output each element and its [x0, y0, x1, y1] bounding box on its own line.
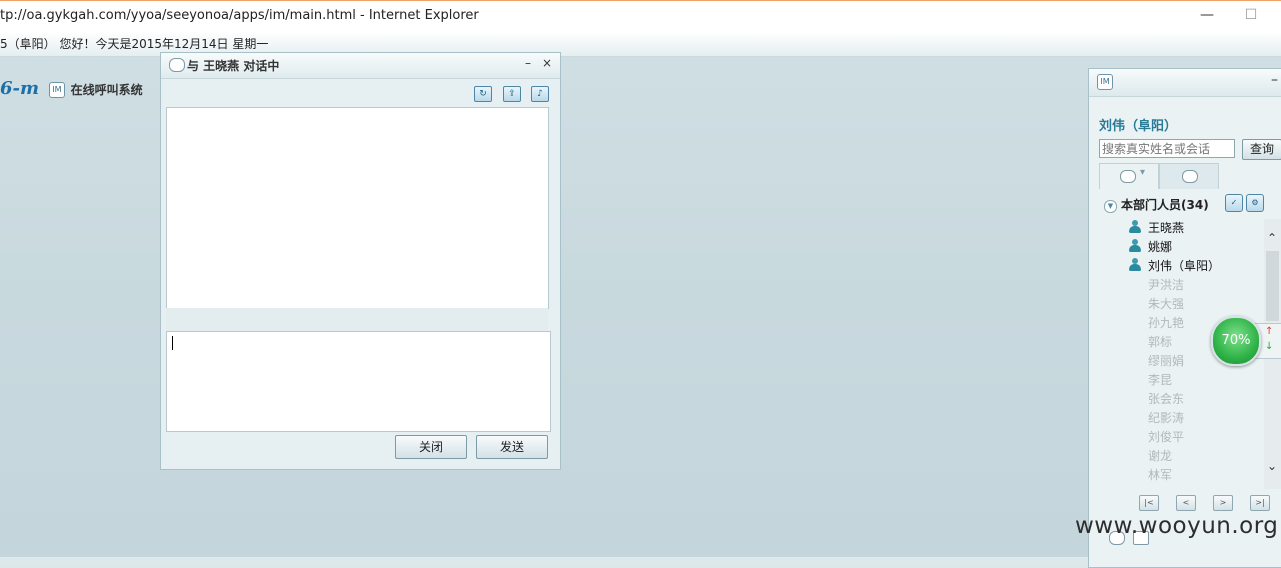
- chat-bubble-icon: [169, 58, 185, 72]
- chat-dialog-header[interactable]: 与 王晓燕 对话中 – ×: [161, 53, 560, 79]
- chat-history-area: [166, 107, 549, 309]
- next-page-button[interactable]: >: [1213, 495, 1233, 511]
- list-item[interactable]: 姚娜: [1129, 236, 1264, 255]
- member-name: 孙九艳: [1148, 316, 1185, 330]
- department-title: 本部门人员: [1121, 198, 1182, 212]
- chat-message-input[interactable]: [166, 331, 551, 432]
- collapse-group-icon[interactable]: ▼: [1104, 200, 1117, 213]
- member-name: 纪影涛: [1148, 411, 1185, 425]
- member-name: 尹洪洁: [1148, 278, 1185, 292]
- im-logo-icon: IM: [48, 82, 65, 98]
- minimize-window-button[interactable]: —: [1197, 7, 1217, 25]
- chat-dialog-title: 与 王晓燕 对话中: [187, 59, 280, 73]
- list-item[interactable]: 张会东: [1129, 388, 1264, 407]
- member-name: 王晓燕: [1148, 221, 1185, 235]
- im-panel: IM – 刘伟（阜阳） 搜索真实姓名或会话 查询 ▾ ▼ 本部门人员(34) ✓ …: [1088, 68, 1281, 568]
- window-title-bar: tp://oa.gykgah.com/yyoa/seeyonoa/apps/im…: [0, 0, 1281, 32]
- im-tabs: ▾: [1099, 163, 1277, 189]
- org-settings-icon[interactable]: ⚙: [1246, 194, 1264, 212]
- user-online-icon: [1129, 258, 1141, 271]
- list-item[interactable]: 李昆: [1129, 369, 1264, 388]
- speed-widget-gauge[interactable]: 70%: [1211, 316, 1261, 366]
- text-caret: [172, 336, 173, 350]
- list-item[interactable]: 刘伟（阜阳）: [1129, 255, 1264, 274]
- minimize-chat-button[interactable]: –: [521, 56, 535, 72]
- department-group-header[interactable]: ▼ 本部门人员(34): [1104, 196, 1209, 213]
- list-item[interactable]: 尹洪洁: [1129, 274, 1264, 293]
- welcome-text: 5（阜阳） 您好！今天是2015年12月14日 星期一: [0, 37, 269, 51]
- im-panel-header[interactable]: IM –: [1089, 69, 1281, 97]
- member-name: 林军: [1148, 468, 1173, 482]
- list-item[interactable]: 纪影涛: [1129, 407, 1264, 426]
- member-name: 张会东: [1148, 392, 1185, 406]
- collapse-panel-button[interactable]: –: [1271, 72, 1278, 88]
- search-input[interactable]: 搜索真实姓名或会话: [1099, 139, 1235, 158]
- conversation-icon: [1182, 170, 1198, 183]
- watermark: www.wooyun.org: [1075, 513, 1279, 539]
- download-arrow-icon: ↓: [1265, 341, 1274, 352]
- app-logo: A6-m IM 在线呼叫系统: [0, 78, 143, 102]
- scroll-down-icon[interactable]: ⌄: [1267, 459, 1277, 473]
- member-name: 姚娜: [1148, 240, 1173, 254]
- logo-slogan: 在线呼叫系统: [70, 83, 143, 97]
- query-button[interactable]: 查询: [1242, 139, 1281, 160]
- tab-contacts[interactable]: ▾: [1099, 163, 1159, 189]
- chat-bubble-icon: [1120, 170, 1136, 183]
- user-online-icon: [1129, 220, 1141, 233]
- send-button[interactable]: 发送: [476, 435, 548, 459]
- first-page-button[interactable]: |<: [1139, 495, 1159, 511]
- online-users-icon[interactable]: ✓: [1225, 194, 1243, 212]
- sound-icon[interactable]: ♪: [531, 86, 549, 102]
- chat-toolbar: ↻ ⇪ ♪: [161, 79, 560, 107]
- close-chat-button[interactable]: ×: [540, 56, 554, 72]
- list-item[interactable]: 刘兴国: [1129, 483, 1264, 487]
- list-item[interactable]: 王晓燕: [1129, 217, 1264, 236]
- department-count: (34): [1181, 198, 1209, 212]
- member-name: 缪丽娟: [1148, 354, 1185, 368]
- member-name: 刘俊平: [1148, 430, 1185, 444]
- member-name: 郭标: [1148, 335, 1173, 349]
- logo-brand: A6-m: [0, 78, 40, 99]
- chat-separator: [166, 308, 548, 331]
- list-item[interactable]: 谢龙: [1129, 445, 1264, 464]
- member-name: 朱大强: [1148, 297, 1185, 311]
- member-name: 谢龙: [1148, 449, 1173, 463]
- scroll-up-icon[interactable]: ⌃: [1267, 231, 1277, 245]
- upload-arrow-icon: ↑: [1265, 326, 1274, 337]
- upload-file-icon[interactable]: ⇪: [503, 86, 521, 102]
- last-page-button[interactable]: >|: [1250, 495, 1270, 511]
- member-name: 李昆: [1148, 373, 1173, 387]
- current-user-name: 刘伟（阜阳）: [1099, 119, 1178, 134]
- chat-dialog: 与 王晓燕 对话中 – × ↻ ⇪ ♪ 关闭 发送: [160, 52, 561, 470]
- prev-page-button[interactable]: <: [1176, 495, 1196, 511]
- close-button[interactable]: 关闭: [395, 435, 467, 459]
- dropdown-icon[interactable]: ▾: [1140, 167, 1145, 178]
- tab-conversations[interactable]: [1159, 163, 1219, 189]
- list-item[interactable]: 林军: [1129, 464, 1264, 483]
- list-item[interactable]: 朱大强: [1129, 293, 1264, 312]
- member-name: 刘兴国: [1148, 485, 1184, 487]
- list-item[interactable]: 刘俊平: [1129, 426, 1264, 445]
- history-icon[interactable]: ↻: [474, 86, 492, 102]
- user-online-icon: [1129, 239, 1141, 252]
- window-title: tp://oa.gykgah.com/yyoa/seeyonoa/apps/im…: [0, 8, 479, 23]
- maximize-window-button[interactable]: ☐: [1241, 7, 1261, 25]
- scroll-thumb[interactable]: [1266, 251, 1279, 321]
- im-logo-icon: IM: [1097, 74, 1113, 90]
- member-name: 刘伟（阜阳）: [1148, 259, 1221, 273]
